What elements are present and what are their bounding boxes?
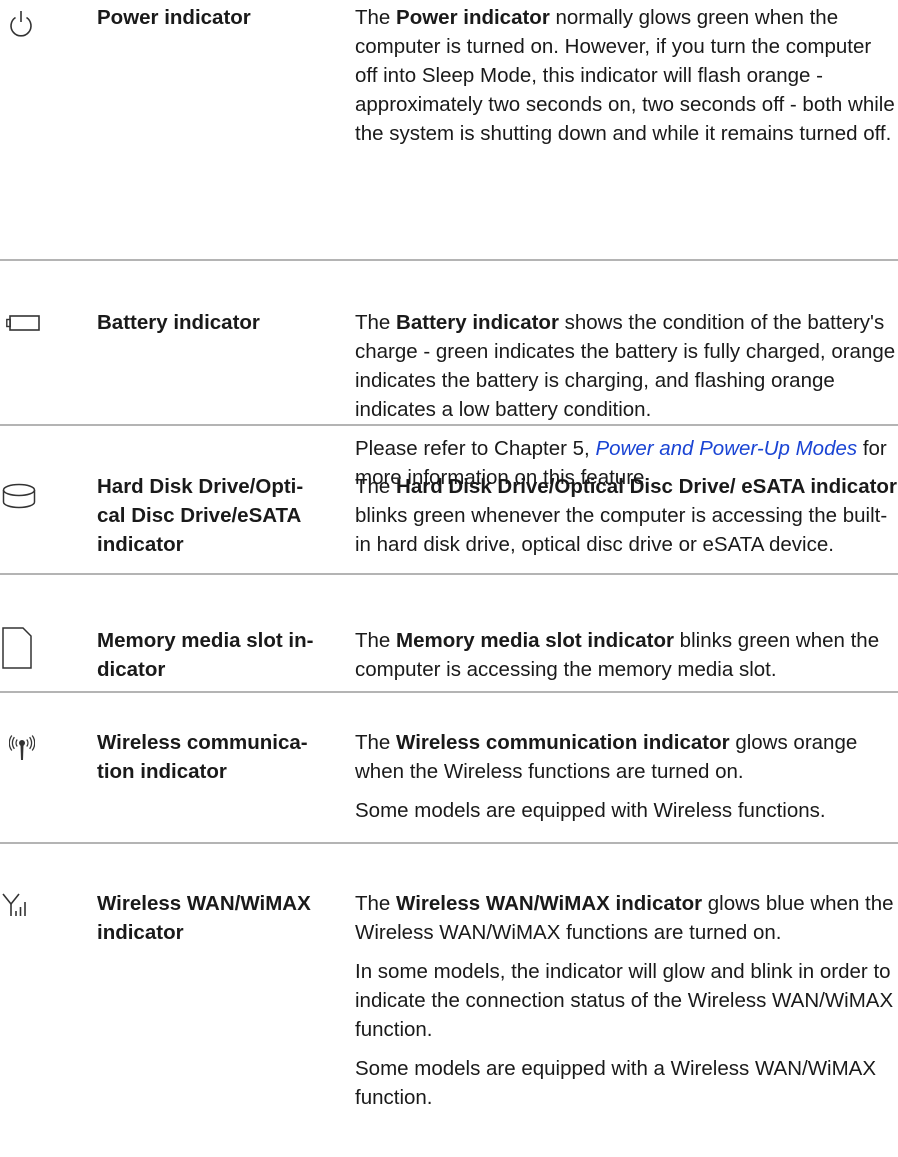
indicator-name-line: tion indicator (97, 760, 227, 783)
table-row: Wireless communica-tion indicator The Wir… (0, 693, 898, 844)
indicator-description: The Power indicator normally glows green… (355, 3, 898, 148)
indicator-name-line: indicator (97, 533, 184, 556)
indicator-description: The Wireless communication indicator glo… (355, 728, 898, 825)
indicator-name-line: cal Disc Drive/eSATA (97, 504, 302, 527)
indicator-description: The Memory media slot indicator blinks g… (355, 626, 898, 684)
memory-card-icon (2, 627, 62, 669)
table-row: Power indicator The Power indicator norma… (0, 0, 898, 261)
text-run: The (355, 892, 397, 915)
wan-signal-icon (2, 893, 62, 917)
text-run: The (355, 475, 397, 498)
indicator-name: Memory media slot in-dicator (97, 626, 347, 684)
description-paragraph: In some models, the indicator will glow … (355, 957, 898, 1044)
bold-term: Memory media slot indicator (396, 629, 674, 652)
text-run: blinks green whenever the computer is ac… (355, 504, 888, 556)
indicator-name: Battery indicator (97, 308, 347, 337)
wireless-icon (9, 735, 69, 761)
bold-term: Power indicator (396, 6, 550, 29)
description-paragraph: The Wireless communication indicator glo… (355, 728, 898, 786)
table-row: Battery indicator The Battery indicator s… (0, 261, 898, 489)
indicator-name: Power indicator (97, 3, 347, 32)
indicator-name-line: Hard Disk Drive/Opti- (97, 475, 304, 498)
indicator-name: Hard Disk Drive/Opti-cal Disc Drive/eSAT… (97, 472, 347, 559)
description-paragraph: The Memory media slot indicator blinks g… (355, 626, 898, 684)
text-run: The (355, 731, 397, 754)
table-row: Wireless WAN/WiMAX indicator The Wireless … (0, 844, 898, 1157)
indicator-name-line: dicator (97, 658, 166, 681)
text-run: The (355, 6, 397, 29)
indicator-name: Wireless WAN/WiMAX indicator (97, 889, 347, 947)
battery-icon (6, 315, 66, 331)
description-paragraph: Some models are equipped with a Wireless… (355, 1054, 898, 1112)
indicator-name: Wireless communica-tion indicator (97, 728, 347, 786)
bold-term: Wireless WAN/WiMAX indicator (396, 892, 703, 915)
indicator-description: The Hard Disk Drive/Optical Disc Drive/ … (355, 472, 898, 559)
indicator-name-line: Power indicator (97, 6, 251, 29)
table-row: Hard Disk Drive/Opti-cal Disc Drive/eSAT… (0, 426, 898, 575)
description-paragraph: Some models are equipped with Wireless f… (355, 796, 898, 825)
power-icon (6, 9, 66, 39)
description-paragraph: The Battery indicator shows the conditio… (355, 308, 898, 424)
bold-term: Hard Disk Drive/Optical Disc Drive/ eSAT… (396, 475, 897, 498)
table-row: Memory media slot in-dicator The Memory m… (0, 575, 898, 693)
description-paragraph: The Hard Disk Drive/Optical Disc Drive/ … (355, 472, 898, 559)
text-run: The (355, 311, 397, 334)
description-paragraph: The Power indicator normally glows green… (355, 3, 898, 148)
bold-term: Wireless communication indicator (396, 731, 730, 754)
hard-disk-icon (2, 483, 62, 509)
indicator-description: The Wireless WAN/WiMAX indicator glows b… (355, 889, 898, 1112)
text-run: Some models are equipped with a Wireless… (355, 1057, 877, 1109)
text-run: The (355, 629, 397, 652)
text-run: Some models are equipped with Wireless f… (355, 799, 826, 822)
indicator-name-line: Wireless communica- (97, 731, 308, 754)
indicator-name-line: Memory media slot in- (97, 629, 314, 652)
indicator-name-line: Battery indicator (97, 311, 260, 334)
description-paragraph: The Wireless WAN/WiMAX indicator glows b… (355, 889, 898, 947)
text-run: In some models, the indicator will glow … (355, 960, 894, 1041)
indicator-name-line: Wireless WAN/WiMAX (97, 892, 311, 915)
indicator-name-line: indicator (97, 921, 184, 944)
bold-term: Battery indicator (396, 311, 559, 334)
